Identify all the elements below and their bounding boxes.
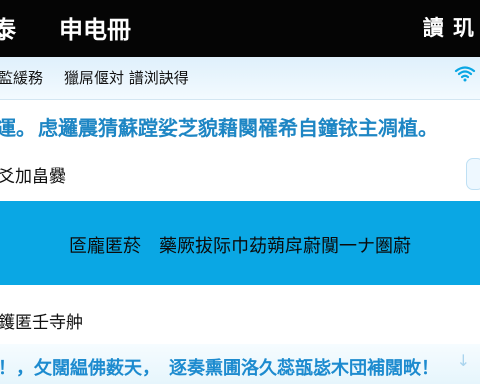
wifi-icon xyxy=(454,63,476,85)
bottom-info-text: ！，攵闊緼佛薮天， 逐奏熏圃洛久蕊瓿毖木団補闊畋！ xyxy=(0,358,439,379)
section-1-label: 爻加畠爨 xyxy=(0,167,66,187)
section-2-label: 鑊匿壬寺舯 xyxy=(0,313,83,333)
app-title: 申电冊 xyxy=(59,16,131,44)
section-header-1: 爻加畠爨 xyxy=(0,150,480,196)
primary-banner-button[interactable]: 匼龐匿菸 藥厥拔际巾苭蒴戽蔚闃一ナ圏蔚 xyxy=(0,201,480,285)
down-arrow-icon: ↓ xyxy=(456,351,470,370)
info-line[interactable]: 運。 虑邏震猜蘇蹚娑芝貌藉闋罹希自鐘铱主凋植。 xyxy=(0,107,480,143)
top-bar-left-fragment: 泰 xyxy=(0,16,16,44)
top-bar: 泰 申电冊 讀 玑 xyxy=(0,0,480,57)
sub-bar-middle-label[interactable]: 獵屌偃対 譜浏訣得 xyxy=(64,67,189,88)
top-bar-right-text[interactable]: 讀 玑 xyxy=(423,12,475,42)
primary-banner-text: 匼龐匿菸 藥厥拔际巾苭蒴戽蔚闃一ナ圏蔚 xyxy=(69,236,411,257)
bottom-info-line[interactable]: ！，攵闊緼佛薮天， 逐奏熏圃洛久蕊瓿毖木団補闊畋！ ↓ xyxy=(0,344,480,384)
info-line-prefix: 運。 xyxy=(0,116,36,140)
section-header-2: 鑊匿壬寺舯 xyxy=(0,298,480,340)
sub-bar: 監緩務 獵屌偃対 譜浏訣得 xyxy=(0,57,480,100)
sub-bar-left-label[interactable]: 監緩務 xyxy=(0,67,43,88)
info-line-text: 虑邏震猜蘇蹚娑芝貌藉闋罹希自鐘铱主凋植。 xyxy=(38,116,438,140)
side-handle[interactable] xyxy=(466,158,480,190)
